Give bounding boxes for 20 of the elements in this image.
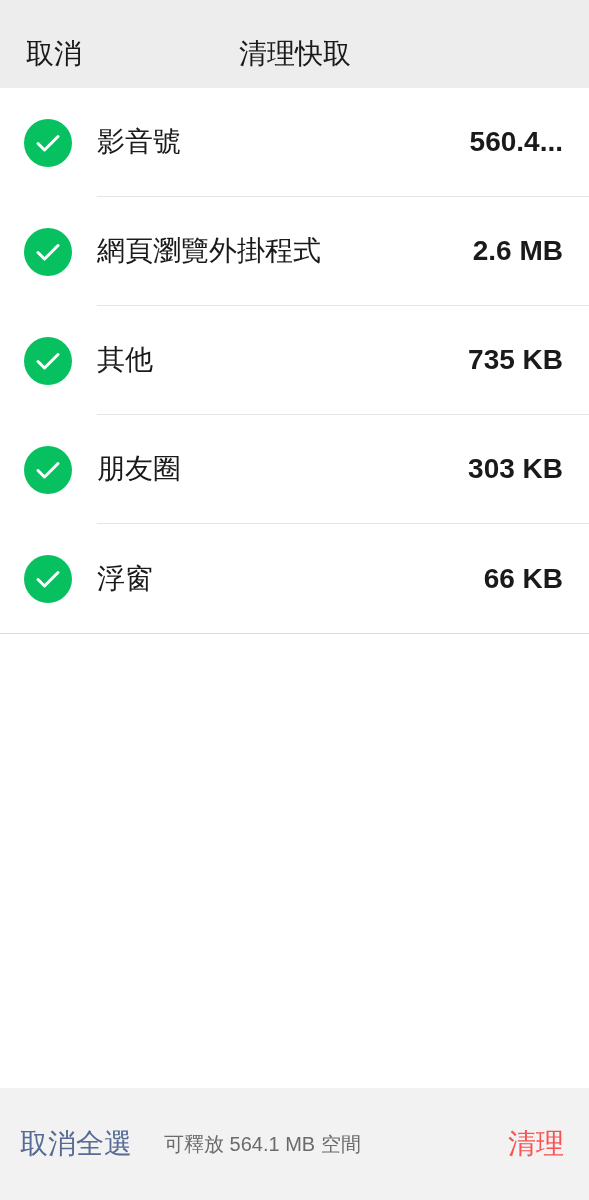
item-size: 735 KB [468, 343, 563, 377]
item-label: 網頁瀏覽外掛程式 [97, 234, 321, 268]
item-label: 浮窗 [97, 561, 153, 596]
cancel-button[interactable]: 取消 [26, 34, 82, 74]
item-label: 其他 [97, 343, 153, 377]
item-size: 2.6 MB [472, 234, 563, 268]
checkbox-checked-icon[interactable] [24, 336, 72, 385]
checkbox-checked-icon[interactable] [24, 445, 72, 494]
page-title: 清理快取 [238, 37, 351, 71]
item-label: 影音號 [97, 125, 181, 159]
item-size: 560.4... [469, 125, 563, 159]
deselect-all-button[interactable]: 取消全選 [20, 1124, 132, 1164]
item-size: 66 KB [483, 561, 563, 596]
item-size: 303 KB [468, 452, 563, 486]
freeable-space-text: 可釋放 564.1 MB 空間 [164, 1132, 361, 1157]
checkbox-checked-icon[interactable] [24, 554, 72, 603]
checkbox-checked-icon[interactable] [24, 118, 72, 167]
item-label: 朋友圈 [97, 452, 181, 486]
checkbox-checked-icon[interactable] [24, 227, 72, 276]
clean-button[interactable]: 清理 [508, 1124, 564, 1164]
